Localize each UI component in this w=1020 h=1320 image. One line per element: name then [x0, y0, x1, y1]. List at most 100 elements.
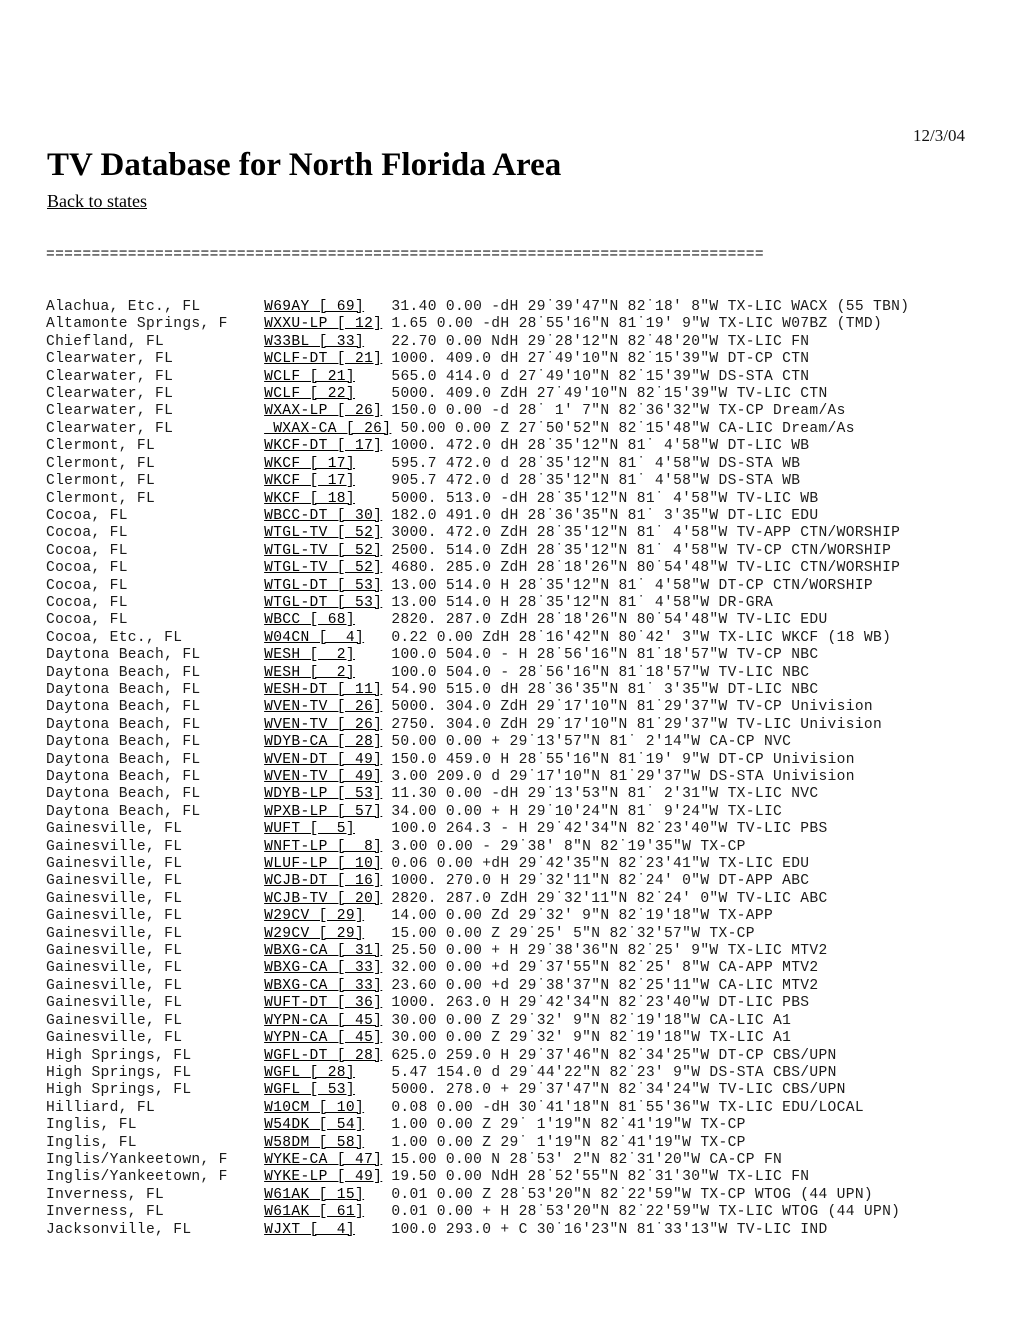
- station-callsign-link[interactable]: WJXT [ 4]: [264, 1222, 355, 1238]
- station-callsign-link[interactable]: WVEN-TV [ 26]: [264, 699, 382, 715]
- station-row: Cocoa, FL WBCC-DT [ 30] 182.0 491.0 dH 2…: [46, 508, 909, 525]
- station-callsign-link[interactable]: WKCF [ 17]: [264, 473, 355, 489]
- station-callsign-link[interactable]: WBXG-CA [ 31]: [264, 943, 382, 959]
- station-callsign-link[interactable]: W69AY [ 69]: [264, 299, 364, 315]
- station-details: 30.00 0.00 Z 29˙32' 9"N 82˙19'18"W CA-LI…: [391, 1012, 792, 1029]
- station-callsign-link[interactable]: W58DM [ 58]: [264, 1135, 364, 1151]
- column-gap: [382, 508, 391, 524]
- back-link-container: Back to states: [47, 190, 147, 212]
- station-callsign-link[interactable]: WESH [ 2]: [264, 647, 355, 663]
- station-row: Gainesville, FL W29CV [ 29] 15.00 0.00 Z…: [46, 926, 909, 943]
- station-location: Daytona Beach, FL: [46, 699, 265, 716]
- station-callsign-link[interactable]: WTGL-DT [ 53]: [264, 578, 382, 594]
- station-location: Gainesville, FL: [46, 943, 265, 960]
- station-details: 50.00 0.00 Z 27˙50'52"N 82˙15'48"W CA-LI…: [400, 420, 855, 437]
- station-callsign-link[interactable]: WTGL-TV [ 52]: [264, 560, 382, 576]
- station-location: Clearwater, FL: [46, 403, 265, 420]
- station-location: Daytona Beach, FL: [46, 664, 265, 681]
- station-callsign-link[interactable]: WXXU-LP [ 12]: [264, 316, 382, 332]
- station-callsign-link[interactable]: WBXG-CA [ 33]: [264, 978, 382, 994]
- station-callsign-link[interactable]: W54DK [ 54]: [264, 1117, 364, 1133]
- station-callsign-link[interactable]: WBXG-CA [ 33]: [264, 960, 382, 976]
- station-callsign-link[interactable]: WVEN-DT [ 49]: [264, 752, 382, 768]
- column-gap: [355, 821, 391, 837]
- station-details: 11.30 0.00 -dH 29˙13'53"N 81˙ 2'31"W TX-…: [391, 786, 819, 803]
- station-location: Daytona Beach, FL: [46, 751, 265, 768]
- column-gap: [355, 647, 391, 663]
- station-callsign-link[interactable]: WTGL-TV [ 52]: [264, 543, 382, 559]
- station-callsign-link[interactable]: WPXB-LP [ 57]: [264, 804, 382, 820]
- station-callsign-link[interactable]: WYKE-LP [ 49]: [264, 1169, 382, 1185]
- station-details: 150.0 0.00 -d 28˙ 1' 7"N 82˙36'32"W TX-C…: [391, 403, 846, 420]
- column-gap: [364, 299, 391, 315]
- station-callsign-link[interactable]: W29CV [ 29]: [264, 908, 364, 924]
- station-callsign-link[interactable]: WKCF-DT [ 17]: [264, 438, 382, 454]
- station-callsign-link[interactable]: WUFT [ 5]: [264, 821, 355, 837]
- station-location: Clermont, FL: [46, 455, 265, 472]
- station-callsign-link[interactable]: WYPN-CA [ 45]: [264, 1030, 382, 1046]
- station-callsign-link[interactable]: WCJB-DT [ 16]: [264, 873, 382, 889]
- station-callsign-link[interactable]: WNFT-LP [ 8]: [264, 839, 382, 855]
- station-callsign-link[interactable]: WESH-DT [ 11]: [264, 682, 382, 698]
- station-callsign-link[interactable]: WCLF-DT [ 21]: [264, 351, 382, 367]
- station-callsign-link[interactable]: W04CN [ 4]: [264, 630, 364, 646]
- station-callsign-link[interactable]: WCLF [ 21]: [264, 369, 355, 385]
- station-callsign-link[interactable]: WUFT-DT [ 36]: [264, 995, 382, 1011]
- station-callsign-link[interactable]: W61AK [ 61]: [264, 1204, 364, 1220]
- station-callsign-link[interactable]: WGFL [ 28]: [264, 1065, 355, 1081]
- back-to-states-link[interactable]: Back to states: [47, 191, 147, 211]
- station-details: 2820. 287.0 ZdH 28˙18'26"N 80˙54'48"W TV…: [391, 612, 828, 629]
- station-callsign-link[interactable]: WCJB-TV [ 20]: [264, 891, 382, 907]
- station-details: 1.00 0.00 Z 29˙ 1'19"N 82˙41'19"W TX-CP: [391, 1117, 746, 1134]
- station-callsign-link[interactable]: WTGL-TV [ 52]: [264, 525, 382, 541]
- station-row: Cocoa, FL WTGL-DT [ 53] 13.00 514.0 H 28…: [46, 578, 909, 595]
- station-location: High Springs, FL: [46, 1047, 265, 1064]
- station-location: Daytona Beach, FL: [46, 716, 265, 733]
- column-gap: [355, 1222, 391, 1238]
- column-gap: [382, 891, 391, 907]
- page-title: TV Database for North Florida Area: [47, 147, 562, 183]
- station-details: 0.22 0.00 ZdH 28˙16'42"N 80˙42' 3"W TX-L…: [391, 629, 892, 646]
- station-row: Daytona Beach, FL WVEN-TV [ 26] 2750. 30…: [46, 717, 909, 734]
- station-details: 23.60 0.00 +d 29˙38'37"N 82˙25'11"W CA-L…: [391, 977, 819, 994]
- station-callsign-link[interactable]: WVEN-TV [ 49]: [264, 769, 382, 785]
- station-callsign-link[interactable]: W10CM [ 10]: [264, 1100, 364, 1116]
- column-gap: [355, 1082, 391, 1098]
- station-row: Gainesville, FL WCJB-TV [ 20] 2820. 287.…: [46, 891, 909, 908]
- station-callsign-link[interactable]: WTGL-DT [ 53]: [264, 595, 382, 611]
- column-gap: [382, 804, 391, 820]
- column-gap: [382, 839, 391, 855]
- station-callsign-link[interactable]: WKCF [ 18]: [264, 491, 355, 507]
- station-location: High Springs, FL: [46, 1064, 265, 1081]
- station-row: Alachua, Etc., FL W69AY [ 69] 31.40 0.00…: [46, 299, 909, 316]
- station-callsign-link[interactable]: WDYB-CA [ 28]: [264, 734, 382, 750]
- station-location: Gainesville, FL: [46, 925, 265, 942]
- column-gap: [382, 1030, 391, 1046]
- station-details: 1000. 472.0 dH 28˙35'12"N 81˙ 4'58"W DT-…: [391, 438, 810, 455]
- station-callsign-link[interactable]: WDYB-LP [ 53]: [264, 786, 382, 802]
- station-callsign-link[interactable]: WVEN-TV [ 26]: [264, 717, 382, 733]
- station-callsign-link[interactable]: WXAX-CA [ 26]: [264, 421, 391, 437]
- station-callsign-link[interactable]: W33BL [ 33]: [264, 334, 364, 350]
- station-details: 100.0 293.0 + C 30˙16'23"N 81˙33'13"W TV…: [391, 1221, 828, 1238]
- station-callsign-link[interactable]: WYPN-CA [ 45]: [264, 1013, 382, 1029]
- column-gap: [382, 734, 391, 750]
- station-location: Clearwater, FL: [46, 420, 265, 437]
- station-callsign-link[interactable]: WLUF-LP [ 10]: [264, 856, 382, 872]
- station-callsign-link[interactable]: W61AK [ 15]: [264, 1187, 364, 1203]
- station-callsign-link[interactable]: WBCC [ 68]: [264, 612, 355, 628]
- column-gap: [382, 595, 391, 611]
- station-details: 5000. 304.0 ZdH 29˙17'10"N 81˙29'37"W TV…: [391, 699, 873, 716]
- station-callsign-link[interactable]: WESH [ 2]: [264, 665, 355, 681]
- station-callsign-link[interactable]: WGFL-DT [ 28]: [264, 1048, 382, 1064]
- station-callsign-link[interactable]: WBCC-DT [ 30]: [264, 508, 382, 524]
- station-callsign-link[interactable]: W29CV [ 29]: [264, 926, 364, 942]
- station-details: 2500. 514.0 ZdH 28˙35'12"N 81˙ 4'58"W TV…: [391, 542, 892, 559]
- station-callsign-link[interactable]: WGFL [ 53]: [264, 1082, 355, 1098]
- station-details: 565.0 414.0 d 27˙49'10"N 82˙15'39"W DS-S…: [391, 368, 810, 385]
- station-callsign-link[interactable]: WKCF [ 17]: [264, 456, 355, 472]
- station-callsign-link[interactable]: WXAX-LP [ 26]: [264, 403, 382, 419]
- station-callsign-link[interactable]: WYKE-CA [ 47]: [264, 1152, 382, 1168]
- column-gap: [355, 456, 391, 472]
- station-callsign-link[interactable]: WCLF [ 22]: [264, 386, 355, 402]
